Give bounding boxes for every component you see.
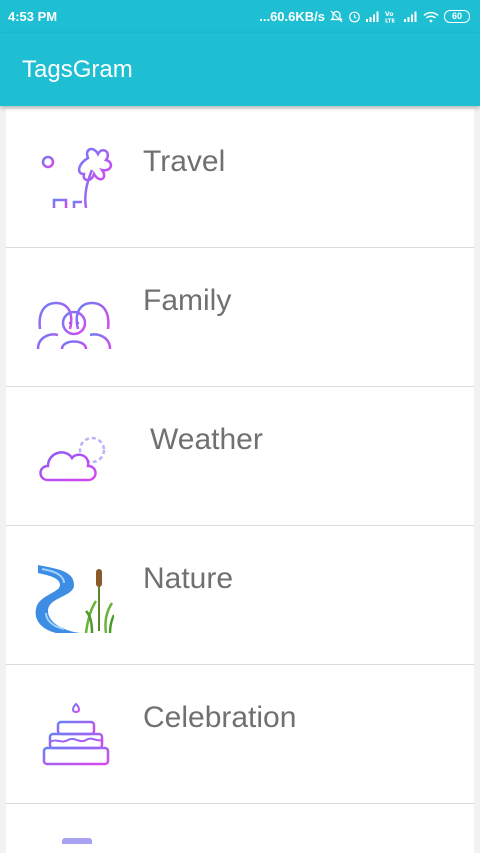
category-icon — [62, 838, 92, 844]
list-item-partial[interactable] — [6, 804, 474, 853]
mute-icon — [330, 10, 343, 23]
status-time: 4:53 PM — [8, 9, 58, 24]
list-item-weather[interactable]: Weather — [6, 387, 474, 526]
item-label: Travel — [143, 145, 226, 178]
weather-icon — [34, 422, 114, 497]
battery-level: 60 — [451, 11, 462, 21]
app-title: TagsGram — [22, 55, 133, 83]
status-bar: 4:53 PM ...60.6KB/s Vo LTE 60 — [0, 0, 480, 33]
list-item-travel[interactable]: Travel — [6, 109, 474, 248]
volte-icon: Vo LTE — [385, 10, 399, 23]
item-label: Family — [143, 284, 232, 317]
list-item-family[interactable]: Family — [6, 248, 474, 387]
category-list[interactable]: Travel Family Weather Nature Celebration — [6, 109, 474, 853]
app-bar: TagsGram — [0, 33, 480, 106]
alarm-icon — [348, 10, 361, 23]
palm-tree-icon — [34, 144, 114, 219]
status-icons: ...60.6KB/s Vo LTE 60 — [259, 9, 470, 24]
wifi-icon — [423, 11, 439, 23]
item-label: Nature — [143, 562, 234, 595]
list-item-celebration[interactable]: Celebration — [6, 665, 474, 804]
cake-icon — [34, 700, 114, 775]
battery-icon: 60 — [444, 10, 470, 23]
family-icon — [34, 283, 114, 358]
signal-icon — [404, 11, 418, 22]
network-speed: ...60.6KB/s — [259, 9, 325, 24]
list-item-nature[interactable]: Nature — [6, 526, 474, 665]
signal-icon — [366, 11, 380, 22]
svg-text:LTE: LTE — [385, 19, 395, 24]
item-label: Celebration — [143, 701, 297, 734]
item-label: Weather — [150, 423, 263, 456]
svg-text:Vo: Vo — [385, 11, 393, 18]
nature-icon — [34, 561, 116, 636]
